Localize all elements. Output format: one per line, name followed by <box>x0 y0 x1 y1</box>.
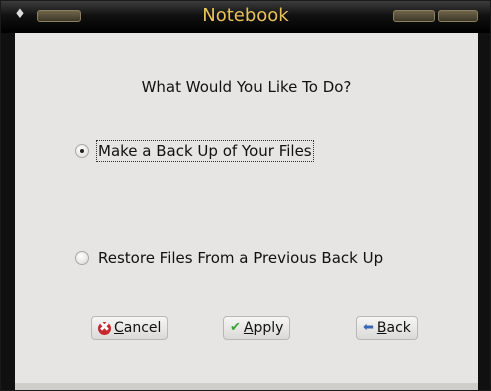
restore-option-label[interactable]: Restore Files From a Previous Back Up <box>98 249 383 267</box>
apply-mnemonic: A <box>243 320 254 336</box>
window-frame-right <box>478 33 490 390</box>
back-arrow-icon: ⬅ <box>363 320 374 335</box>
minimize-button[interactable] <box>393 10 435 22</box>
cancel-icon: ✖ <box>98 320 111 335</box>
apply-button[interactable]: ✔ Apply <box>223 316 291 340</box>
back-button[interactable]: ⬅ Back <box>356 316 418 340</box>
dialog-heading: What Would You Like To Do? <box>141 78 352 96</box>
title-bar[interactable]: ♦ Notebook <box>1 1 490 33</box>
checkmark-icon: ✔ <box>230 320 241 335</box>
restore-radio[interactable] <box>75 251 89 265</box>
option-backup[interactable]: Make a Back Up of Your Files <box>75 140 314 162</box>
option-restore[interactable]: Restore Files From a Previous Back Up <box>75 249 383 267</box>
back-mnemonic: B <box>376 320 387 336</box>
backup-radio[interactable] <box>75 144 89 158</box>
apply-label: pply <box>253 320 284 336</box>
cancel-label: ancel <box>123 320 162 336</box>
cancel-button[interactable]: ✖ Cancel <box>91 316 169 340</box>
back-label: ack <box>386 320 411 336</box>
backup-option-label[interactable]: Make a Back Up of Your Files <box>96 140 314 162</box>
dialog-content: What Would You Like To Do? Make a Back U… <box>15 33 478 383</box>
notebook-window: ♦ Notebook What Would You Like To Do? Ma… <box>0 0 491 391</box>
cancel-mnemonic: C <box>114 320 124 336</box>
window-frame-left <box>1 33 15 390</box>
maximize-button[interactable] <box>438 10 478 22</box>
dialog-bottom-edge <box>15 383 478 390</box>
